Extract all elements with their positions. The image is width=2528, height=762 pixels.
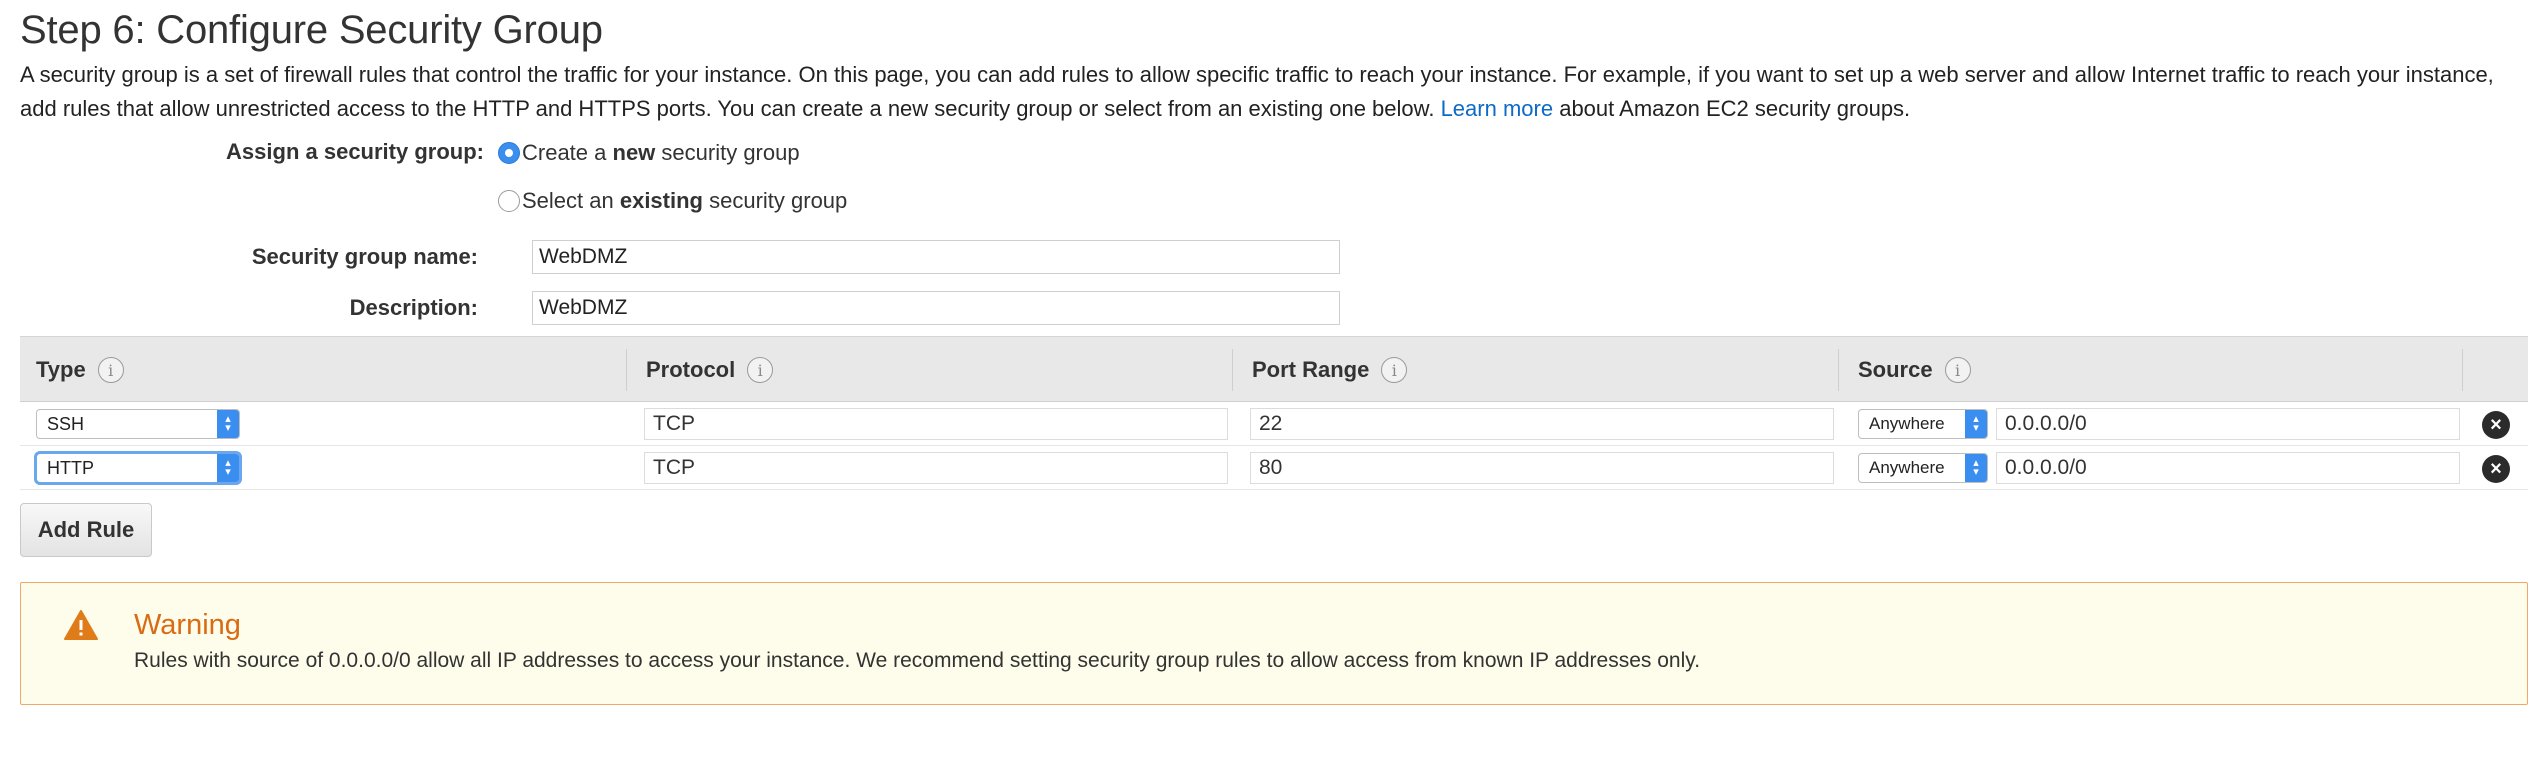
remove-rule-icon[interactable]: × bbox=[2482, 455, 2510, 483]
protocol-field: TCP bbox=[644, 408, 1228, 440]
protocol-info-icon[interactable]: i bbox=[747, 357, 774, 383]
port-range-input[interactable] bbox=[1250, 408, 1834, 440]
column-header-protocol: Protocol i bbox=[646, 337, 774, 403]
remove-rule-icon[interactable]: × bbox=[2482, 411, 2510, 439]
table-row: HTTP ▴▾ TCP Anywhere ▴▾ × bbox=[20, 446, 2528, 490]
rule-type-select[interactable]: SSH ▴ ▾ bbox=[36, 409, 240, 439]
port-range-info-icon[interactable]: i bbox=[1381, 357, 1408, 383]
intro-text: A security group is a set of firewall ru… bbox=[20, 62, 2494, 121]
create-new-group-radio[interactable] bbox=[498, 142, 520, 164]
source-type-select[interactable]: Anywhere ▴ ▾ bbox=[1858, 409, 1988, 439]
select-existing-group-text: Select an existing security group bbox=[522, 188, 848, 213]
rule-type-select[interactable]: HTTP ▴ ▾ bbox=[36, 453, 240, 483]
description-label: Description: bbox=[349, 295, 478, 320]
group-name-input[interactable] bbox=[532, 240, 1340, 274]
source-type-select[interactable]: Anywhere ▴ ▾ bbox=[1858, 453, 1988, 483]
column-divider bbox=[2462, 349, 2463, 391]
warning-triangle-icon bbox=[64, 610, 98, 640]
security-group-step: Step 6: Configure Security Group A secur… bbox=[0, 0, 2528, 762]
warning-message: Rules with source of 0.0.0.0/0 allow all… bbox=[134, 649, 1701, 672]
group-name-label: Security group name: bbox=[251, 244, 478, 269]
description-input[interactable] bbox=[532, 291, 1340, 325]
learn-more-link[interactable]: Learn more bbox=[1441, 96, 1554, 121]
source-cidr-input[interactable] bbox=[1996, 452, 2460, 484]
source-info-icon[interactable]: i bbox=[1944, 357, 1971, 383]
inbound-rules-table: Type i Protocol i Port Range i Source i bbox=[20, 336, 2528, 490]
updown-arrows-icon: ▴ ▾ bbox=[1965, 454, 1987, 482]
page-title: Step 6: Configure Security Group bbox=[20, 8, 603, 52]
create-new-group-option[interactable]: Create a new security group bbox=[498, 139, 800, 167]
assign-security-group-label: Assign a security group: bbox=[226, 139, 484, 164]
type-info-icon[interactable]: i bbox=[97, 357, 124, 383]
column-header-port-range: Port Range i bbox=[1252, 337, 1408, 403]
protocol-field: TCP bbox=[644, 452, 1228, 484]
source-cidr-input[interactable] bbox=[1996, 408, 2460, 440]
add-rule-button[interactable]: Add Rule bbox=[20, 503, 152, 557]
port-range-input[interactable] bbox=[1250, 452, 1834, 484]
updown-arrows-icon: ▴ ▾ bbox=[217, 454, 239, 482]
warning-panel: Warning Rules with source of 0.0.0.0/0 a… bbox=[20, 582, 2528, 705]
column-divider bbox=[1232, 349, 1233, 391]
intro-suffix: about Amazon EC2 security groups. bbox=[1559, 96, 1911, 121]
select-existing-group-radio[interactable] bbox=[498, 190, 520, 212]
table-row: SSH ▴▾ TCP Anywhere ▴▾ × bbox=[20, 402, 2528, 446]
column-divider bbox=[1838, 349, 1839, 391]
warning-title: Warning bbox=[134, 609, 241, 641]
select-existing-group-option[interactable]: Select an existing security group bbox=[498, 187, 847, 215]
column-header-type: Type i bbox=[36, 337, 124, 403]
create-new-group-text: Create a new security group bbox=[522, 140, 800, 165]
intro-paragraph: A security group is a set of firewall ru… bbox=[20, 58, 2510, 126]
column-header-source: Source i bbox=[1858, 337, 1971, 403]
updown-arrows-icon: ▴ ▾ bbox=[1965, 410, 1987, 438]
column-divider bbox=[626, 349, 627, 391]
updown-arrows-icon: ▴ ▾ bbox=[217, 410, 239, 438]
rules-table-header: Type i Protocol i Port Range i Source i bbox=[20, 336, 2528, 402]
